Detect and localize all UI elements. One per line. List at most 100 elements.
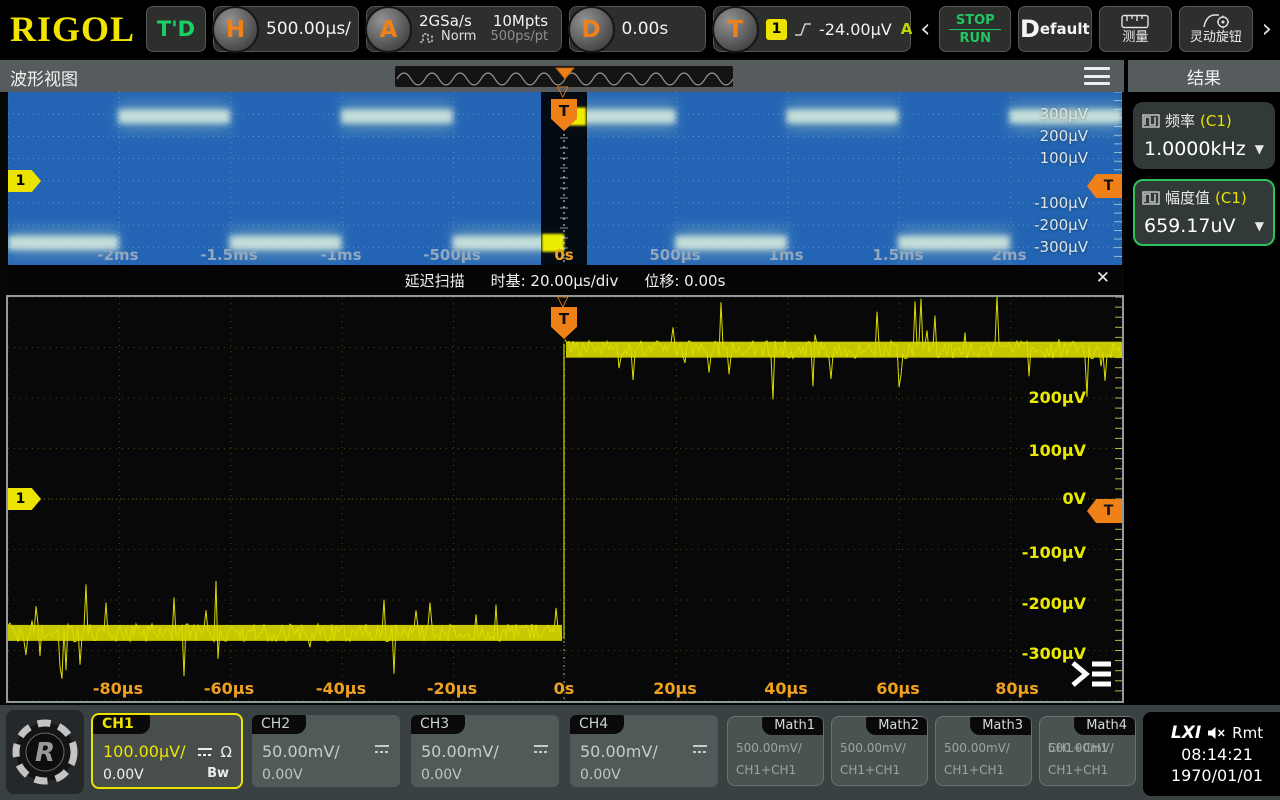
trigger-position-outline-icon[interactable]: ▽ bbox=[557, 85, 569, 97]
default-initial: D bbox=[1020, 15, 1040, 43]
trigger-sweep-mode: A bbox=[901, 20, 913, 38]
system-status-clock[interactable]: LXI Rmt 08:14:21 1970/01/01 bbox=[1143, 712, 1280, 796]
channel-tab: CH3 bbox=[411, 715, 465, 734]
math-expression: CH1+CH1 bbox=[1048, 763, 1108, 777]
dc-coupling-icon bbox=[532, 743, 550, 755]
axis-time-label: 1.5ms bbox=[872, 246, 923, 264]
remote-label: Rmt bbox=[1232, 724, 1263, 742]
axis-time-label: -20µs bbox=[427, 679, 477, 698]
results-header: 结果 bbox=[1128, 60, 1280, 92]
axis-voltage-label: 300µV bbox=[1018, 105, 1088, 123]
measurement-card-frequency[interactable]: 频率(C1) 1.0000kHz ▼ bbox=[1133, 102, 1275, 169]
trigger-status-button[interactable]: T'D bbox=[146, 6, 206, 52]
acquire-mode: Norm bbox=[441, 29, 476, 45]
channel-scale: 50.00mV/ bbox=[262, 742, 340, 761]
lxi-label: LXI bbox=[1171, 723, 1201, 743]
channel-card-ch1[interactable]: CH1 100.00µV/ Ω 0.00V Bw bbox=[91, 713, 243, 789]
measurement-name: 频率 bbox=[1165, 110, 1195, 131]
axis-time-label: -500µs bbox=[423, 246, 481, 264]
math-tab: Math1 bbox=[762, 717, 823, 735]
axis-voltage-label: -200µV bbox=[1018, 216, 1088, 234]
axis-time-label: 80µs bbox=[995, 679, 1039, 698]
main-waveform-panel[interactable]: ▽ T 1 T 300µV 200µV 100µV -100µV -200µV … bbox=[8, 92, 1122, 265]
axis-voltage-label: 200µV bbox=[1006, 389, 1086, 407]
dc-coupling-icon bbox=[373, 743, 391, 755]
default-button[interactable]: Default bbox=[1018, 6, 1092, 52]
axis-voltage-label: 0V bbox=[1006, 490, 1086, 508]
axis-time-label: 60µs bbox=[876, 679, 920, 698]
sound-muted-icon[interactable] bbox=[1207, 726, 1226, 740]
math-tab: Math3 bbox=[970, 717, 1031, 735]
main-display-area: 波形视图 ▽ T 1 bbox=[0, 58, 1124, 705]
axis-time-label-zero: 0s bbox=[554, 679, 575, 698]
math-card-math1[interactable]: Math1 500.00mV/ CH1+CH1 bbox=[727, 716, 824, 786]
delay-knob-icon[interactable]: D bbox=[568, 6, 615, 53]
run-label: RUN bbox=[960, 31, 991, 46]
channel-card-ch2[interactable]: CH2 50.00mV/ 0.00V bbox=[250, 713, 402, 789]
stop-run-button[interactable]: STOP RUN bbox=[939, 6, 1011, 52]
impedance-label: Ω bbox=[221, 743, 232, 761]
pulse-icon bbox=[419, 32, 437, 43]
channel-offset: 0.00V bbox=[421, 767, 462, 783]
math-card-math3[interactable]: Math3 500.00mV/ CH1+CH1 bbox=[935, 716, 1032, 786]
horizontal-scale-group[interactable]: H 500.00µs/ bbox=[213, 6, 359, 52]
toolbar-scroll-right-icon[interactable]: › bbox=[1260, 6, 1274, 52]
channel-card-ch3[interactable]: CH3 50.00mV/ 0.00V bbox=[409, 713, 561, 789]
dropdown-icon[interactable]: ▼ bbox=[1255, 219, 1264, 233]
channel-card-ch4[interactable]: CH4 50.00mV/ 0.00V bbox=[568, 713, 720, 789]
measurement-card-amplitude[interactable]: 幅度值(C1) 659.17uV ▼ bbox=[1133, 179, 1275, 246]
math-tab: Math2 bbox=[866, 717, 927, 735]
channel-offset: 0.00V bbox=[262, 767, 303, 783]
top-toolbar: RIGOL T'D H 500.00µs/ A 2GSa/s Norm 10Mp… bbox=[0, 0, 1280, 58]
trigger-position-outline-icon[interactable]: ▽ bbox=[557, 295, 569, 307]
delayed-sweep-bar: 延迟扫描 时基: 20.00µs/div 位移: 0.00s ✕ bbox=[8, 265, 1122, 295]
dropdown-icon[interactable]: ▼ bbox=[1255, 142, 1264, 156]
delay-value: 0.00s bbox=[622, 19, 669, 39]
toolbar-scroll-left-icon[interactable]: ‹ bbox=[918, 6, 932, 52]
axis-time-label: -1ms bbox=[320, 246, 361, 264]
knob-label: 灵动旋钮 bbox=[1190, 31, 1242, 45]
zoom-waveform-panel[interactable]: 200µV 100µV 0V -100µV -200µV -300µV -80µ… bbox=[6, 295, 1124, 703]
axis-voltage-label: 100µV bbox=[1006, 442, 1086, 460]
sample-rate: 2GSa/s bbox=[419, 13, 476, 29]
delayed-sweep-offset: 位移: 0.00s bbox=[644, 270, 725, 291]
zoom-waveform-canvas bbox=[8, 297, 1122, 701]
stop-run-divider bbox=[949, 29, 1001, 30]
channel-scale: 50.00mV/ bbox=[421, 742, 499, 761]
math-scale: 500.00mV/ bbox=[736, 741, 802, 755]
acquire-group[interactable]: A 2GSa/s Norm 10Mpts 500ps/pt bbox=[366, 6, 562, 52]
channel-tab: CH4 bbox=[570, 715, 624, 734]
delay-group[interactable]: D 0.00s bbox=[569, 6, 707, 52]
horizontal-knob-icon[interactable]: H bbox=[212, 6, 259, 53]
math-expression: CH1+CH1 bbox=[840, 763, 900, 777]
axis-time-label: -2ms bbox=[97, 246, 138, 264]
measure-button[interactable]: 测量 bbox=[1099, 6, 1173, 52]
measure-gauge-icon bbox=[1142, 114, 1160, 128]
math-expression: CH1+CH1 bbox=[944, 763, 1004, 777]
stop-label: STOP bbox=[956, 13, 995, 28]
close-icon[interactable]: ✕ bbox=[1096, 268, 1110, 288]
acquire-knob-icon[interactable]: A bbox=[365, 6, 412, 53]
math-card-math2[interactable]: Math2 500.00mV/ CH1+CH1 bbox=[831, 716, 928, 786]
trigger-group[interactable]: T 1 -24.00µV A bbox=[713, 6, 911, 52]
svg-text:R: R bbox=[35, 738, 55, 768]
measure-gauge-icon bbox=[1142, 191, 1160, 205]
channel-scale: 50.00mV/ bbox=[580, 742, 658, 761]
axis-voltage-label: 200µV bbox=[1018, 127, 1088, 145]
knob-icon bbox=[1202, 13, 1230, 29]
quick-knob-button[interactable]: 灵动旋钮 bbox=[1179, 6, 1253, 52]
math-card-math4[interactable]: Math4 CH1+CH1 500.00mV/ CH1+CH1 bbox=[1039, 716, 1136, 786]
axis-voltage-label: -200µV bbox=[1006, 595, 1086, 613]
menu-expand-icon[interactable] bbox=[1068, 657, 1114, 695]
dc-coupling-icon bbox=[196, 746, 214, 758]
math-scale: 500.00mV/ bbox=[1048, 741, 1114, 755]
axis-time-label: -1.5ms bbox=[200, 246, 257, 264]
rigol-wheel-icon[interactable]: R bbox=[6, 710, 84, 794]
menu-icon[interactable] bbox=[1084, 67, 1110, 85]
ruler-icon bbox=[1121, 14, 1149, 29]
channel-tab: CH2 bbox=[252, 715, 306, 734]
rigol-logo: RIGOL bbox=[6, 0, 139, 58]
math-scale: 500.00mV/ bbox=[944, 741, 1010, 755]
trigger-knob-icon[interactable]: T bbox=[712, 6, 759, 53]
view-title: 波形视图 bbox=[10, 65, 78, 90]
